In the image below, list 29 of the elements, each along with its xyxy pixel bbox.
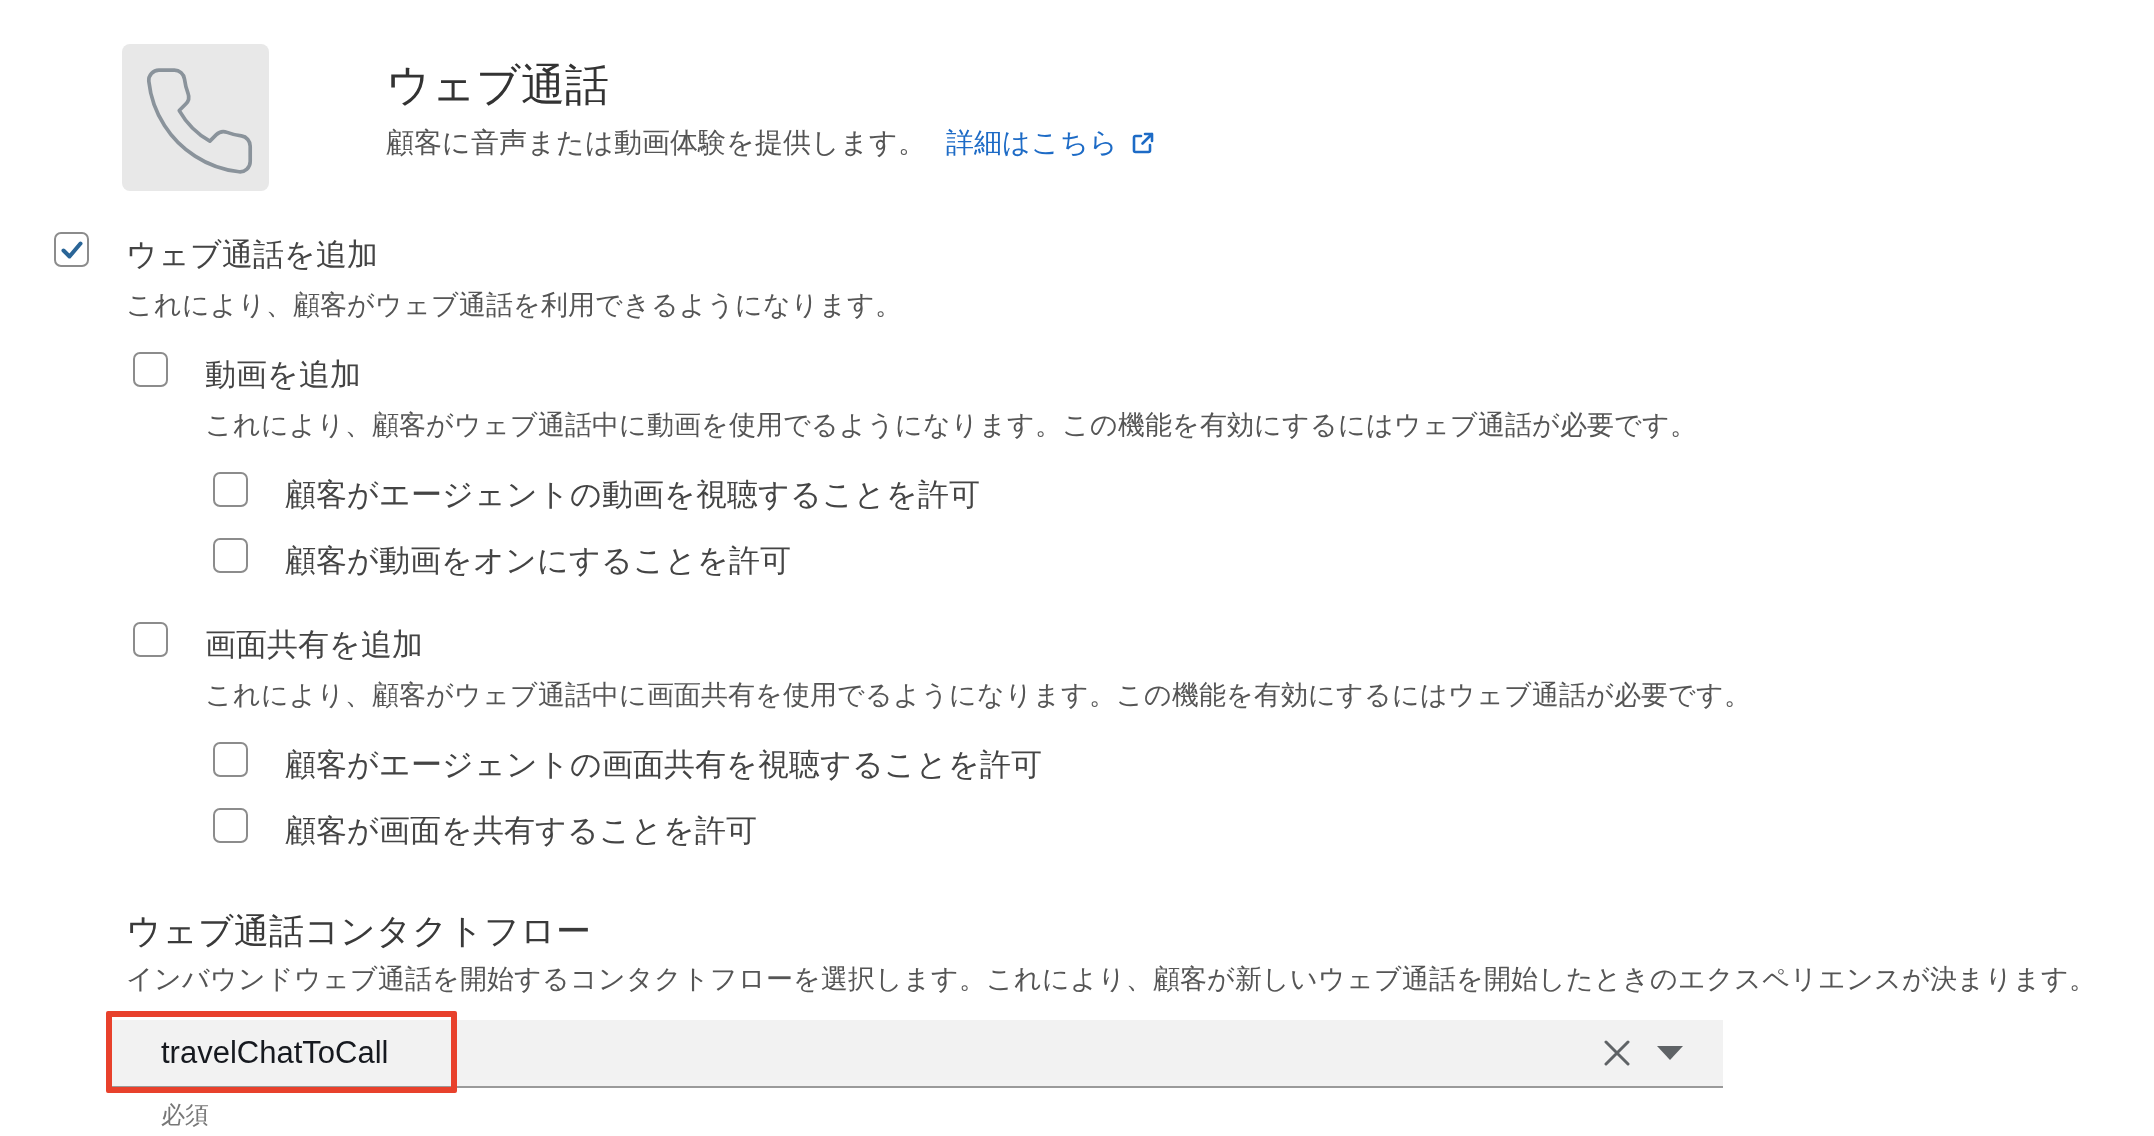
checkbox[interactable] [213,808,248,843]
checkbox[interactable] [213,538,248,573]
checkbox[interactable] [54,232,89,267]
section-description: 顧客に音声または動画体験を提供します。 [386,126,926,160]
checkbox-label: ウェブ通話を追加 [126,236,378,274]
checkbox-label: 画面共有を追加 [205,626,423,664]
option-description: これにより、顧客がウェブ通話中に動画を使用でるようになります。この機能を有効にするにはウェブ通話が必要です。 [205,409,1697,442]
checkbox[interactable] [133,622,168,657]
clear-icon[interactable] [1604,1040,1630,1066]
field-description: インバウンドウェブ通話を開始するコンタクトフローを選択します。これにより、顧客が新しいウェブ通話を開始したときのエクスペリエンスが決まります。 [126,963,2096,996]
checkbox-label: 顧客が動画をオンにすることを許可 [285,542,791,580]
checkbox[interactable] [133,352,168,387]
section-title: ウェブ通話 [386,59,609,111]
field-title: ウェブ通話コンタクトフロー [126,910,591,952]
external-link-icon [1131,130,1155,155]
learn-more-link[interactable]: 詳細はこちら [946,123,1155,162]
flow-select[interactable]: travelChatToCall [110,1020,1723,1088]
checkbox-label: 顧客が画面を共有することを許可 [285,812,757,850]
checkbox-label: 顧客がエージェントの動画を視聴することを許可 [285,476,980,514]
caret-down-icon[interactable] [1657,1046,1683,1060]
option-description: これにより、顧客がウェブ通話を利用できるようになります。 [126,289,902,322]
option-description: これにより、顧客がウェブ通話中に画面共有を使用でるようになります。この機能を有効にするにはウェブ通話が必要です。 [205,679,1751,712]
checkbox-label: 顧客がエージェントの画面共有を視聴することを許可 [285,746,1042,784]
checkbox[interactable] [213,742,248,777]
checkbox-label: 動画を追加 [205,356,361,394]
check-icon [60,240,83,259]
phone-icon [122,44,269,191]
field-hint: 必須 [161,1100,209,1130]
checkbox[interactable] [213,472,248,507]
